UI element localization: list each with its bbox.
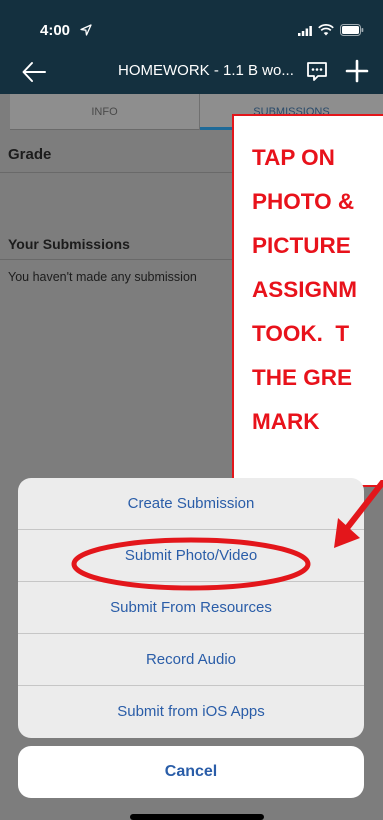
- annotation-line: MARK: [252, 409, 320, 434]
- back-arrow-icon[interactable]: [20, 58, 48, 86]
- create-submission-button[interactable]: Create Submission: [18, 478, 364, 530]
- record-audio-button[interactable]: Record Audio: [18, 634, 364, 686]
- annotation-callout: TAP ON PHOTO & PICTURE ASSIGNM TOOK. T T…: [232, 114, 383, 487]
- submit-from-ios-apps-button[interactable]: Submit from iOS Apps: [18, 686, 364, 738]
- cancel-button[interactable]: Cancel: [18, 746, 364, 798]
- grade-label: Grade: [8, 146, 52, 163]
- battery-icon: [340, 24, 364, 36]
- status-time: 4:00: [40, 22, 71, 39]
- action-sheet: Create Submission Submit Photo/Video Sub…: [18, 478, 364, 738]
- annotation-line: THE GRE: [252, 365, 353, 390]
- annotation-line: TAP ON: [252, 145, 335, 170]
- home-indicator: [130, 814, 264, 820]
- nav-bar: HOMEWORK - 1.1 B wo...: [0, 50, 383, 94]
- annotation-line: ASSIGNM: [252, 277, 358, 302]
- add-icon[interactable]: [344, 58, 370, 84]
- annotation-arrow-icon: [334, 480, 383, 548]
- highlight-circle-annotation: [71, 537, 311, 591]
- page-title: HOMEWORK - 1.1 B wo...: [118, 62, 294, 79]
- submissions-empty-message: You haven't made any submission: [8, 270, 197, 284]
- wifi-icon: [318, 24, 334, 36]
- location-arrow-icon: [80, 24, 92, 36]
- annotation-text: TAP ON PHOTO & PICTURE ASSIGNM TOOK. T T…: [252, 136, 383, 444]
- annotation-line: PHOTO &: [252, 189, 355, 214]
- annotation-line: PICTURE: [252, 233, 351, 258]
- tab-info[interactable]: INFO: [10, 94, 200, 130]
- cellular-signal-icon: [298, 26, 312, 36]
- comment-icon[interactable]: [305, 59, 329, 83]
- status-bar: 4:00: [0, 0, 383, 50]
- annotation-line: TOOK. T: [252, 321, 350, 346]
- submissions-heading: Your Submissions: [8, 236, 130, 252]
